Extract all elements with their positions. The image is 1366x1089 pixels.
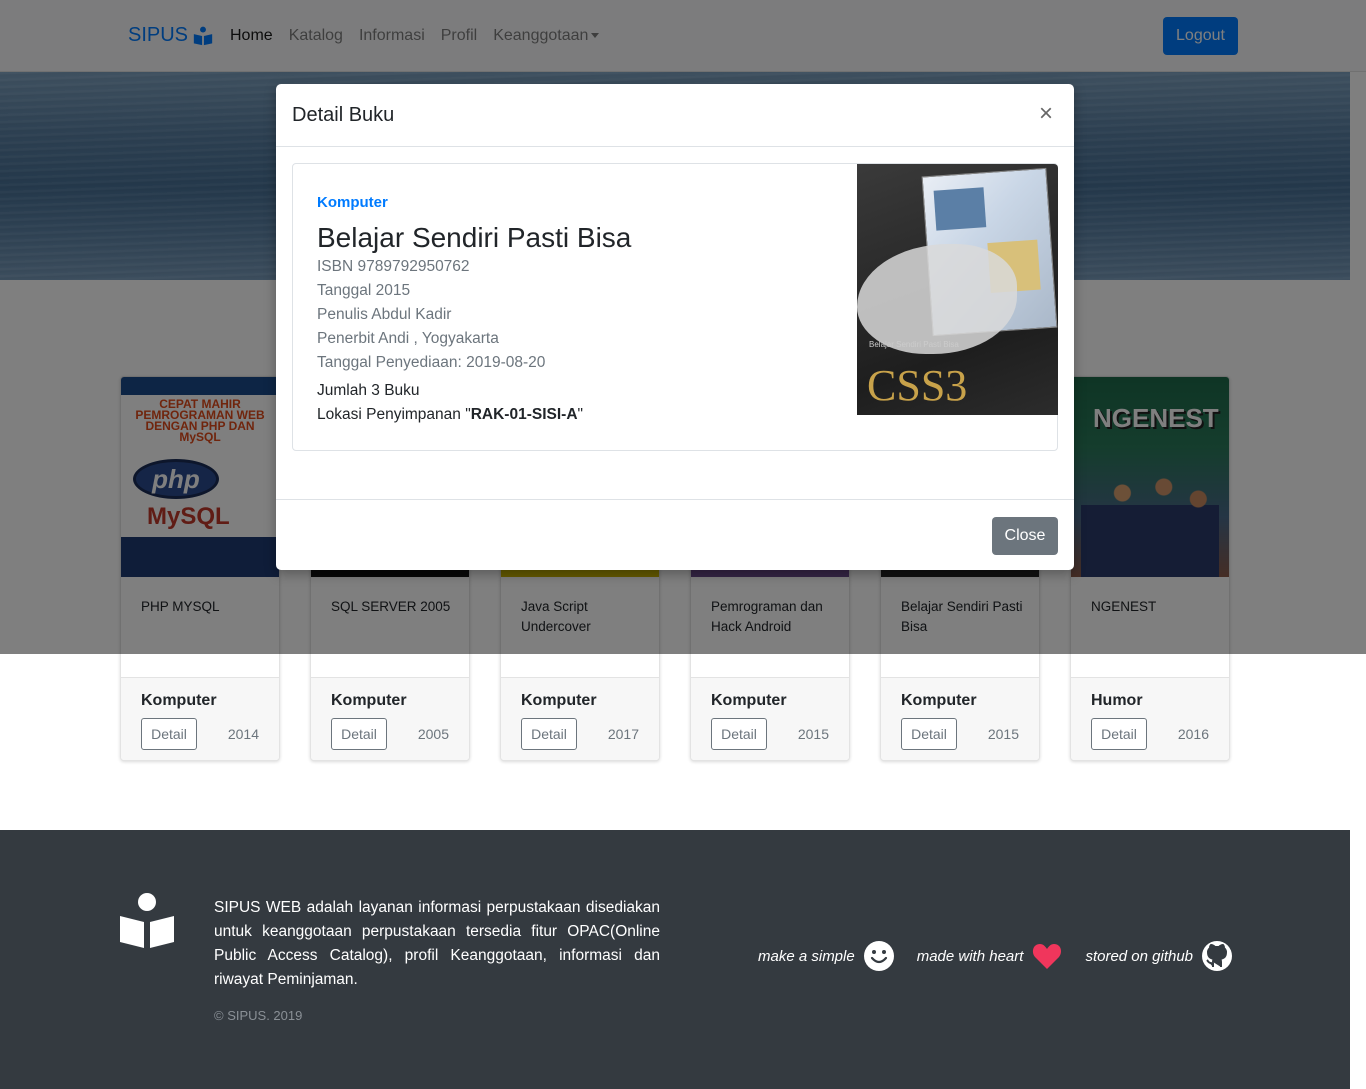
footer-link-label: make a simple [758, 947, 855, 965]
modal-header: Detail Buku × [276, 84, 1074, 147]
book-title: Belajar Sendiri Pasti Bisa [317, 222, 632, 253]
location-label: Lokasi Penyimpanan " [317, 406, 471, 423]
footer-link-github[interactable]: stored on github [1085, 940, 1233, 972]
book-year: 2017 [607, 726, 639, 742]
site-footer: SIPUS WEB adalah layanan informasi perpu… [0, 830, 1350, 1089]
book-category: Komputer [901, 692, 977, 709]
detail-button[interactable]: Detail [711, 718, 767, 750]
footer-links: make a simple made with heart stored on … [758, 940, 1255, 972]
book-author: Penulis Abdul Kadir [317, 306, 452, 323]
location-suffix: " [577, 406, 584, 423]
card-footer: Komputer Detail 2014 [121, 677, 279, 760]
heart-icon [1033, 944, 1062, 969]
book-publisher: Penerbit Andi , Yogyakarta [317, 330, 499, 347]
modal-footer: Close [276, 499, 1074, 570]
cover-subtitle: Belajar Sendiri Pasti Bisa [869, 340, 959, 349]
detail-button[interactable]: Detail [521, 718, 577, 750]
book-category: Komputer [317, 194, 388, 211]
book-category: Komputer [331, 692, 407, 709]
card-footer: Komputer Detail 2015 [691, 677, 849, 760]
modal-title: Detail Buku [292, 104, 395, 126]
footer-description: SIPUS WEB adalah layanan informasi perpu… [214, 899, 660, 988]
card-footer: Komputer Detail 2017 [501, 677, 659, 760]
footer-link-heart[interactable]: made with heart [917, 940, 1064, 972]
card-footer: Komputer Detail 2005 [311, 677, 469, 760]
book-year: 2016 [1177, 726, 1209, 742]
book-category: Humor [1091, 692, 1143, 709]
book-cover: Belajar Sendiri Pasti Bisa CSS3 [857, 164, 1058, 415]
book-year: 2015 [797, 726, 829, 742]
book-category: Komputer [711, 692, 787, 709]
book-category: Komputer [141, 692, 217, 709]
book-category: Komputer [521, 692, 597, 709]
footer-link-label: made with heart [916, 947, 1024, 965]
github-icon [1202, 941, 1233, 971]
book-count: Jumlah 3 Buku [317, 382, 420, 399]
book-date: Tanggal 2015 [317, 282, 411, 299]
book-detail-modal: Detail Buku × Komputer Belajar Sendiri P… [276, 84, 1074, 570]
footer-link-simple[interactable]: make a simple [758, 940, 895, 972]
close-icon[interactable]: × [1034, 100, 1058, 128]
book-isbn: ISBN 9789792950762 [317, 258, 470, 275]
smile-icon [863, 941, 894, 971]
close-button[interactable]: Close [992, 517, 1058, 555]
detail-button[interactable]: Detail [901, 718, 957, 750]
book-provided-date: Tanggal Penyediaan: 2019-08-20 [317, 354, 546, 371]
footer-link-label: stored on github [1085, 947, 1194, 965]
book-detail-card: Komputer Belajar Sendiri Pasti Bisa ISBN… [292, 163, 1058, 451]
book-year: 2015 [987, 726, 1019, 742]
cover-title: CSS3 [867, 361, 968, 410]
detail-button[interactable]: Detail [1091, 718, 1147, 750]
book-year: 2014 [227, 726, 259, 742]
book-location: Lokasi Penyimpanan "RAK-01-SISI-A" [317, 406, 583, 424]
card-footer: Humor Detail 2016 [1071, 677, 1229, 760]
detail-button[interactable]: Detail [141, 718, 197, 750]
copyright: © SIPUS. 2019 [214, 1008, 303, 1023]
location-code: RAK-01-SISI-A [470, 406, 578, 423]
reader-icon [120, 893, 174, 948]
card-footer: Komputer Detail 2015 [881, 677, 1039, 760]
detail-button[interactable]: Detail [331, 718, 387, 750]
book-year: 2005 [417, 726, 449, 742]
